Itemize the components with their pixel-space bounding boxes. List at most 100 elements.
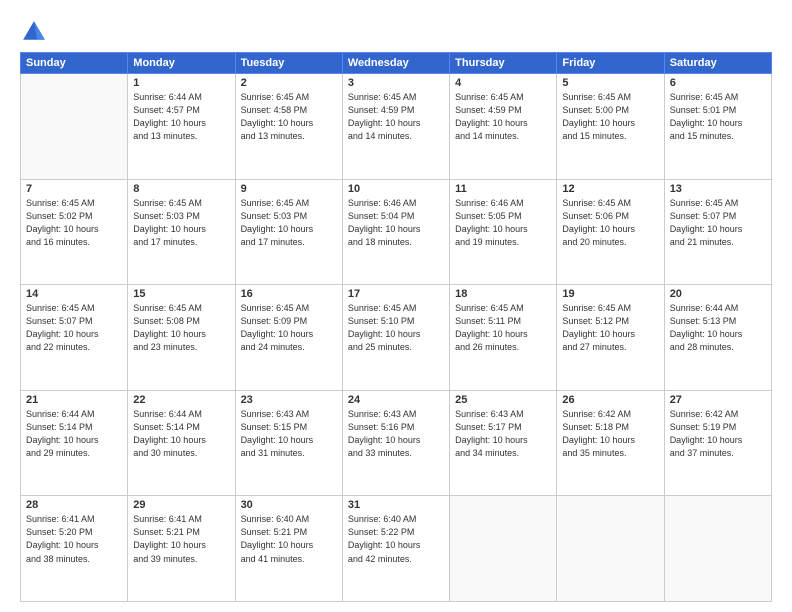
page: SundayMondayTuesdayWednesdayThursdayFrid… <box>0 0 792 612</box>
day-info: Sunrise: 6:44 AMSunset: 5:13 PMDaylight:… <box>670 302 766 354</box>
day-info: Sunrise: 6:45 AMSunset: 4:58 PMDaylight:… <box>241 91 337 143</box>
calendar-cell <box>664 496 771 602</box>
day-info: Sunrise: 6:41 AMSunset: 5:20 PMDaylight:… <box>26 513 122 565</box>
calendar-header-row: SundayMondayTuesdayWednesdayThursdayFrid… <box>21 53 772 74</box>
day-info: Sunrise: 6:45 AMSunset: 5:03 PMDaylight:… <box>133 197 229 249</box>
day-number: 11 <box>455 183 551 195</box>
day-info: Sunrise: 6:45 AMSunset: 5:07 PMDaylight:… <box>670 197 766 249</box>
day-info: Sunrise: 6:45 AMSunset: 5:02 PMDaylight:… <box>26 197 122 249</box>
calendar-cell: 1Sunrise: 6:44 AMSunset: 4:57 PMDaylight… <box>128 74 235 180</box>
calendar-cell: 25 Sunrise: 6:43 AMSunset: 5:17 PMDayligh… <box>450 390 557 496</box>
logo <box>20 18 52 46</box>
day-info: Sunrise: 6:45 AMSunset: 5:01 PMDaylight:… <box>670 91 766 143</box>
calendar-week-1: 1Sunrise: 6:44 AMSunset: 4:57 PMDaylight… <box>21 74 772 180</box>
calendar-cell <box>557 496 664 602</box>
day-number: 15 <box>133 288 229 300</box>
day-number: 12 <box>562 183 658 195</box>
calendar-week-3: 14 Sunrise: 6:45 AMSunset: 5:07 PMDayligh… <box>21 285 772 391</box>
day-info: Sunrise: 6:42 AMSunset: 5:19 PMDaylight:… <box>670 408 766 460</box>
calendar-header-sunday: Sunday <box>21 53 128 74</box>
day-info: Sunrise: 6:41 AMSunset: 5:21 PMDaylight:… <box>133 513 229 565</box>
day-info: Sunrise: 6:43 AMSunset: 5:15 PMDaylight:… <box>241 408 337 460</box>
day-number: 10 <box>348 183 444 195</box>
day-number: 7 <box>26 183 122 195</box>
calendar-cell: 4 Sunrise: 6:45 AMSunset: 4:59 PMDaylight… <box>450 74 557 180</box>
day-info: Sunrise: 6:45 AMSunset: 4:59 PMDaylight:… <box>348 91 444 143</box>
day-info: Sunrise: 6:45 AMSunset: 5:06 PMDaylight:… <box>562 197 658 249</box>
calendar-cell: 12 Sunrise: 6:45 AMSunset: 5:06 PMDayligh… <box>557 179 664 285</box>
day-info: Sunrise: 6:44 AMSunset: 4:57 PMDaylight:… <box>133 91 229 143</box>
calendar-cell: 11 Sunrise: 6:46 AMSunset: 5:05 PMDayligh… <box>450 179 557 285</box>
calendar-cell: 13 Sunrise: 6:45 AMSunset: 5:07 PMDayligh… <box>664 179 771 285</box>
calendar-cell: 15 Sunrise: 6:45 AMSunset: 5:08 PMDayligh… <box>128 285 235 391</box>
calendar-cell: 14 Sunrise: 6:45 AMSunset: 5:07 PMDayligh… <box>21 285 128 391</box>
day-number: 9 <box>241 183 337 195</box>
calendar-header-wednesday: Wednesday <box>342 53 449 74</box>
calendar-week-4: 21Sunrise: 6:44 AMSunset: 5:14 PMDayligh… <box>21 390 772 496</box>
day-info: Sunrise: 6:45 AMSunset: 5:00 PMDaylight:… <box>562 91 658 143</box>
calendar-cell: 17 Sunrise: 6:45 AMSunset: 5:10 PMDayligh… <box>342 285 449 391</box>
day-number: 29 <box>133 499 229 511</box>
calendar-cell: 5 Sunrise: 6:45 AMSunset: 5:00 PMDaylight… <box>557 74 664 180</box>
calendar-cell: 22 Sunrise: 6:44 AMSunset: 5:14 PMDayligh… <box>128 390 235 496</box>
calendar-cell: 24Sunrise: 6:43 AMSunset: 5:16 PMDayligh… <box>342 390 449 496</box>
day-info: Sunrise: 6:46 AMSunset: 5:05 PMDaylight:… <box>455 197 551 249</box>
calendar-cell: 29 Sunrise: 6:41 AMSunset: 5:21 PMDayligh… <box>128 496 235 602</box>
day-number: 24 <box>348 394 444 406</box>
calendar-cell: 6 Sunrise: 6:45 AMSunset: 5:01 PMDaylight… <box>664 74 771 180</box>
day-number: 17 <box>348 288 444 300</box>
day-number: 25 <box>455 394 551 406</box>
day-number: 20 <box>670 288 766 300</box>
day-number: 18 <box>455 288 551 300</box>
calendar-cell: 30 Sunrise: 6:40 AMSunset: 5:21 PMDayligh… <box>235 496 342 602</box>
day-info: Sunrise: 6:45 AMSunset: 5:07 PMDaylight:… <box>26 302 122 354</box>
day-info: Sunrise: 6:43 AMSunset: 5:17 PMDaylight:… <box>455 408 551 460</box>
day-info: Sunrise: 6:40 AMSunset: 5:21 PMDaylight:… <box>241 513 337 565</box>
calendar-week-2: 7 Sunrise: 6:45 AMSunset: 5:02 PMDaylight… <box>21 179 772 285</box>
calendar-cell: 31 Sunrise: 6:40 AMSunset: 5:22 PMDayligh… <box>342 496 449 602</box>
calendar-week-5: 28 Sunrise: 6:41 AMSunset: 5:20 PMDayligh… <box>21 496 772 602</box>
calendar-cell: 20 Sunrise: 6:44 AMSunset: 5:13 PMDayligh… <box>664 285 771 391</box>
calendar-table: SundayMondayTuesdayWednesdayThursdayFrid… <box>20 52 772 602</box>
day-number: 13 <box>670 183 766 195</box>
day-info: Sunrise: 6:40 AMSunset: 5:22 PMDaylight:… <box>348 513 444 565</box>
day-number: 8 <box>133 183 229 195</box>
day-number: 16 <box>241 288 337 300</box>
day-info: Sunrise: 6:45 AMSunset: 4:59 PMDaylight:… <box>455 91 551 143</box>
day-number: 30 <box>241 499 337 511</box>
day-info: Sunrise: 6:44 AMSunset: 5:14 PMDaylight:… <box>133 408 229 460</box>
calendar-cell: 3 Sunrise: 6:45 AMSunset: 4:59 PMDaylight… <box>342 74 449 180</box>
calendar-cell: 16 Sunrise: 6:45 AMSunset: 5:09 PMDayligh… <box>235 285 342 391</box>
calendar-cell: 18 Sunrise: 6:45 AMSunset: 5:11 PMDayligh… <box>450 285 557 391</box>
calendar-header-thursday: Thursday <box>450 53 557 74</box>
day-number: 31 <box>348 499 444 511</box>
calendar-header-monday: Monday <box>128 53 235 74</box>
day-number: 6 <box>670 77 766 89</box>
day-number: 27 <box>670 394 766 406</box>
day-info: Sunrise: 6:45 AMSunset: 5:11 PMDaylight:… <box>455 302 551 354</box>
day-number: 28 <box>26 499 122 511</box>
day-info: Sunrise: 6:42 AMSunset: 5:18 PMDaylight:… <box>562 408 658 460</box>
calendar-header-saturday: Saturday <box>664 53 771 74</box>
calendar-cell: 28 Sunrise: 6:41 AMSunset: 5:20 PMDayligh… <box>21 496 128 602</box>
day-number: 5 <box>562 77 658 89</box>
day-number: 22 <box>133 394 229 406</box>
calendar-cell: 2Sunrise: 6:45 AMSunset: 4:58 PMDaylight… <box>235 74 342 180</box>
day-info: Sunrise: 6:45 AMSunset: 5:08 PMDaylight:… <box>133 302 229 354</box>
calendar-cell: 21Sunrise: 6:44 AMSunset: 5:14 PMDayligh… <box>21 390 128 496</box>
day-info: Sunrise: 6:45 AMSunset: 5:09 PMDaylight:… <box>241 302 337 354</box>
calendar-cell: 10 Sunrise: 6:46 AMSunset: 5:04 PMDayligh… <box>342 179 449 285</box>
day-number: 19 <box>562 288 658 300</box>
calendar-cell: 23Sunrise: 6:43 AMSunset: 5:15 PMDayligh… <box>235 390 342 496</box>
day-info: Sunrise: 6:46 AMSunset: 5:04 PMDaylight:… <box>348 197 444 249</box>
day-info: Sunrise: 6:45 AMSunset: 5:10 PMDaylight:… <box>348 302 444 354</box>
day-number: 4 <box>455 77 551 89</box>
day-number: 3 <box>348 77 444 89</box>
calendar-cell <box>450 496 557 602</box>
day-info: Sunrise: 6:44 AMSunset: 5:14 PMDaylight:… <box>26 408 122 460</box>
calendar-cell: 26Sunrise: 6:42 AMSunset: 5:18 PMDayligh… <box>557 390 664 496</box>
calendar-cell: 27 Sunrise: 6:42 AMSunset: 5:19 PMDayligh… <box>664 390 771 496</box>
calendar-cell: 8 Sunrise: 6:45 AMSunset: 5:03 PMDaylight… <box>128 179 235 285</box>
day-number: 14 <box>26 288 122 300</box>
day-info: Sunrise: 6:45 AMSunset: 5:12 PMDaylight:… <box>562 302 658 354</box>
